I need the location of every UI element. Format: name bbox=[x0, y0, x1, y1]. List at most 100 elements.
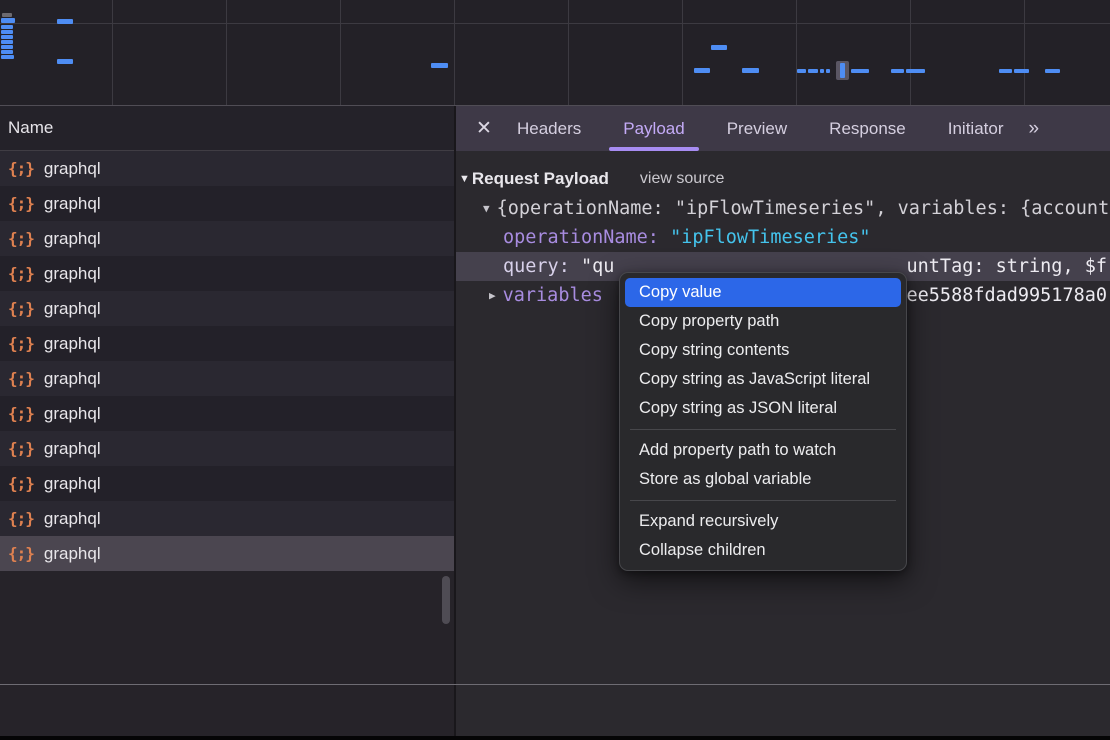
property-value: "ipFlowTimeseries" bbox=[670, 227, 870, 248]
request-row-selected[interactable]: {;} graphql bbox=[0, 536, 454, 571]
network-timeline-bar bbox=[891, 69, 904, 73]
overview-gridline bbox=[568, 0, 569, 105]
json-braces-icon: {;} bbox=[8, 369, 34, 388]
network-timeline-bar bbox=[1, 50, 13, 54]
overview-selected-bar bbox=[840, 63, 845, 78]
network-timeline-bar bbox=[57, 59, 73, 64]
json-braces-icon: {;} bbox=[8, 439, 34, 458]
network-timeline-bar bbox=[1, 40, 13, 44]
caret-down-icon[interactable]: ▼ bbox=[483, 202, 490, 215]
network-timeline-bar bbox=[742, 68, 759, 73]
request-name: graphql bbox=[44, 334, 101, 354]
network-timeline-bar bbox=[851, 69, 869, 73]
network-timeline-bar bbox=[1, 30, 13, 34]
json-braces-icon: {;} bbox=[8, 194, 34, 213]
network-timeline-bar bbox=[1, 55, 14, 59]
network-timeline-bar bbox=[1045, 69, 1060, 73]
tree-root-row[interactable]: ▼ {operationName: "ipFlowTimeseries", var… bbox=[456, 194, 1110, 223]
network-timeline-bar bbox=[999, 69, 1012, 73]
network-timeline-bar bbox=[1, 35, 13, 39]
overview-gridline bbox=[682, 0, 683, 105]
menu-item-copy-string-contents[interactable]: Copy string contents bbox=[625, 336, 901, 365]
property-value-start: "qu bbox=[581, 256, 614, 277]
overview-selected-request-marker bbox=[836, 61, 849, 80]
json-braces-icon: {;} bbox=[8, 299, 34, 318]
section-title: Request Payload bbox=[472, 169, 609, 189]
property-key: operationName: bbox=[503, 227, 659, 248]
network-timeline-bar bbox=[57, 19, 73, 24]
network-timeline-bar bbox=[1, 45, 13, 49]
json-braces-icon: {;} bbox=[8, 334, 34, 353]
request-name: graphql bbox=[44, 544, 101, 564]
network-timeline-bar bbox=[2, 13, 12, 17]
request-name: graphql bbox=[44, 264, 101, 284]
view-source-link[interactable]: view source bbox=[640, 170, 724, 188]
request-name: graphql bbox=[44, 439, 101, 459]
menu-item-copy-string-js-literal[interactable]: Copy string as JavaScript literal bbox=[625, 365, 901, 394]
menu-item-store-as-global-variable[interactable]: Store as global variable bbox=[625, 465, 901, 494]
network-overview[interactable] bbox=[0, 0, 1110, 106]
request-name: graphql bbox=[44, 404, 101, 424]
network-timeline-bar bbox=[694, 68, 710, 73]
request-row[interactable]: {;}graphql bbox=[0, 151, 454, 186]
tab-headers[interactable]: Headers bbox=[496, 106, 602, 151]
menu-item-collapse-children[interactable]: Collapse children bbox=[625, 536, 901, 565]
overview-gridline bbox=[910, 0, 911, 105]
details-tab-bar: ✕ Headers Payload Preview Response Initi… bbox=[456, 106, 1110, 151]
caret-right-icon[interactable]: ▶ bbox=[489, 289, 496, 302]
request-row[interactable]: {;}graphql bbox=[0, 186, 454, 221]
json-braces-icon: {;} bbox=[8, 404, 34, 423]
network-timeline-bar bbox=[820, 69, 824, 73]
tree-row-operationName[interactable]: operationName: "ipFlowTimeseries" bbox=[456, 223, 1110, 252]
menu-item-copy-string-json-literal[interactable]: Copy string as JSON literal bbox=[625, 394, 901, 423]
request-row[interactable]: {;}graphql bbox=[0, 361, 454, 396]
request-row[interactable]: {;} graphql bbox=[0, 291, 454, 326]
tab-preview[interactable]: Preview bbox=[706, 106, 808, 151]
request-name: graphql bbox=[44, 474, 101, 494]
list-scrollbar-thumb[interactable] bbox=[442, 576, 450, 624]
object-preview: {operationName: "ipFlowTimeseries", vari… bbox=[497, 198, 1110, 219]
collapse-caret-icon[interactable]: ▼ bbox=[459, 173, 470, 185]
menu-item-add-property-path-to-watch[interactable]: Add property path to watch bbox=[625, 436, 901, 465]
request-row[interactable]: {;} graphql bbox=[0, 431, 454, 466]
request-name: graphql bbox=[44, 299, 101, 319]
network-timeline-bar bbox=[1, 25, 13, 29]
menu-item-copy-value[interactable]: Copy value bbox=[625, 278, 901, 307]
close-icon[interactable]: ✕ bbox=[472, 106, 496, 151]
tab-initiator[interactable]: Initiator bbox=[927, 106, 1025, 151]
json-braces-icon: {;} bbox=[8, 544, 34, 563]
overview-gridline bbox=[796, 0, 797, 105]
network-timeline-bar bbox=[808, 69, 818, 73]
network-timeline-bar bbox=[1014, 69, 1029, 73]
property-key: query: bbox=[503, 256, 570, 277]
request-name: graphql bbox=[44, 229, 101, 249]
request-payload-header[interactable]: ▼ Request Payload view source bbox=[456, 164, 1110, 194]
menu-item-expand-recursively[interactable]: Expand recursively bbox=[625, 507, 901, 536]
overview-gridline bbox=[226, 0, 227, 105]
request-row[interactable]: {;} graphql bbox=[0, 501, 454, 536]
tab-response[interactable]: Response bbox=[808, 106, 927, 151]
name-column-header[interactable]: Name bbox=[0, 106, 454, 151]
request-name: graphql bbox=[44, 509, 101, 529]
network-timeline-bar bbox=[906, 69, 925, 73]
property-value-end: ee5588fdad995178a0 bbox=[907, 281, 1107, 310]
request-row[interactable]: {;} graphql bbox=[0, 326, 454, 361]
overview-gridline bbox=[112, 0, 113, 105]
request-row[interactable]: {;}graphql bbox=[0, 256, 454, 291]
request-row[interactable]: {;} graphql bbox=[0, 396, 454, 431]
window-bottom-edge bbox=[0, 736, 1110, 740]
panel-bottom-divider bbox=[0, 684, 1110, 685]
request-row[interactable]: {;}graphql bbox=[0, 221, 454, 256]
request-list: {;} graphql {;} graphql {;} graphql {;} grap… bbox=[0, 151, 454, 571]
more-tabs-icon[interactable]: » bbox=[1028, 106, 1037, 151]
json-braces-icon: {;} bbox=[8, 159, 34, 178]
overview-gridline bbox=[1024, 0, 1025, 105]
menu-separator bbox=[630, 500, 896, 501]
request-row[interactable]: {;}graphql bbox=[0, 466, 454, 501]
overview-gridline bbox=[0, 23, 1110, 24]
menu-item-copy-property-path[interactable]: Copy property path bbox=[625, 307, 901, 336]
overview-gridline bbox=[340, 0, 341, 105]
devtools-network-panel: Name {;} graphql {;} graphql {;} graphql {;… bbox=[0, 0, 1110, 740]
json-braces-icon: {;} bbox=[8, 509, 34, 528]
tab-payload[interactable]: Payload bbox=[602, 106, 705, 151]
